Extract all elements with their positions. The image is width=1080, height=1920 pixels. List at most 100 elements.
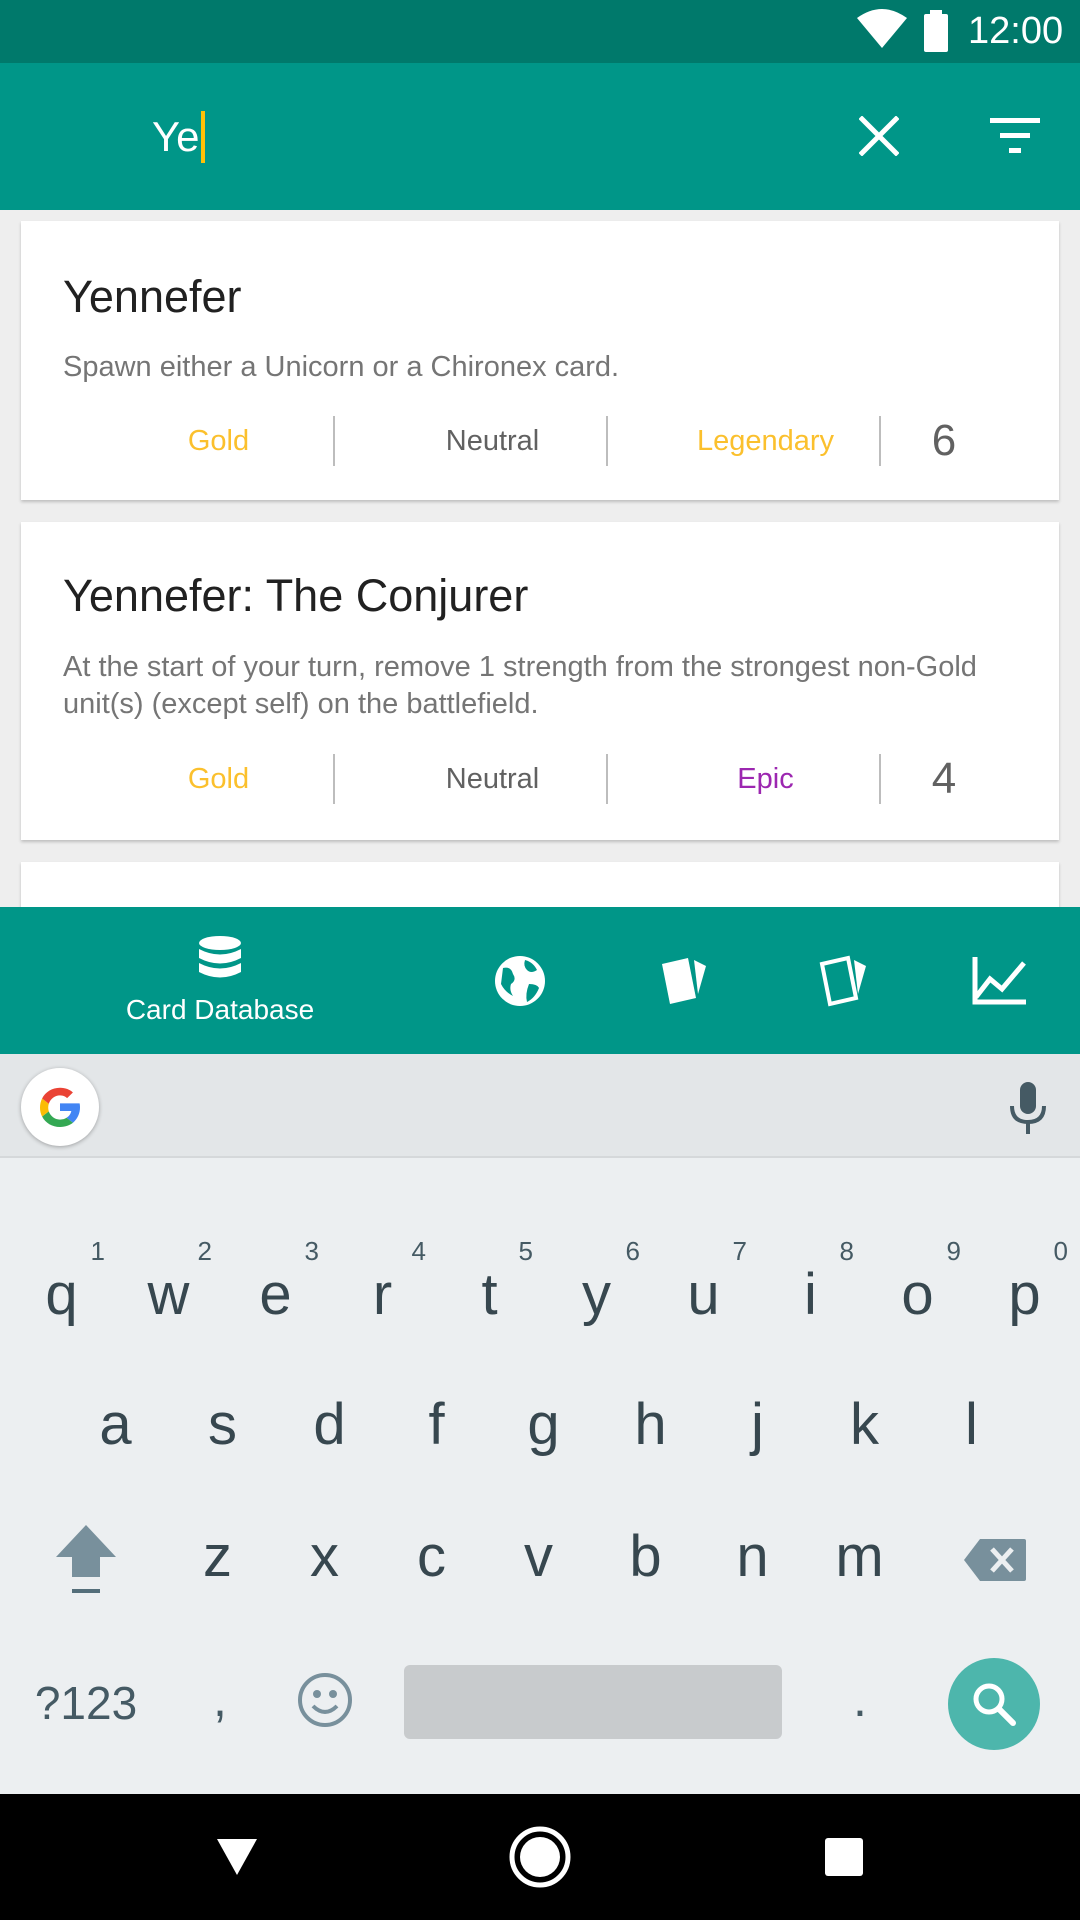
key-label: r xyxy=(372,1262,393,1327)
key-b[interactable]: b xyxy=(592,1522,699,1592)
search-query: Ye xyxy=(152,113,200,160)
space-bar[interactable] xyxy=(404,1665,782,1739)
symbols-key[interactable]: ?123 xyxy=(34,1668,138,1738)
card-description: Spawn either a Unicorn or a Chironex car… xyxy=(63,351,620,383)
nav-deck[interactable] xyxy=(802,907,882,1054)
key-i[interactable]: 8i xyxy=(757,1238,864,1330)
card-description: At the start of your turn, remove 1 stre… xyxy=(63,651,977,720)
key-a[interactable]: a xyxy=(62,1390,169,1460)
backspace-key[interactable] xyxy=(960,1520,1030,1600)
card-item[interactable] xyxy=(21,862,1059,907)
keyboard-search-key[interactable] xyxy=(948,1658,1040,1750)
key-label: y xyxy=(582,1262,611,1327)
card-rarity: Epic xyxy=(737,763,794,795)
google-search-button[interactable] xyxy=(21,1068,99,1146)
key-n[interactable]: n xyxy=(699,1522,806,1592)
divider xyxy=(333,416,335,466)
key-g[interactable]: g xyxy=(490,1390,597,1460)
key-e[interactable]: 3e xyxy=(222,1238,329,1330)
globe-icon xyxy=(495,955,545,1006)
key-label: q xyxy=(45,1262,78,1327)
key-x[interactable]: x xyxy=(271,1522,378,1592)
key-m[interactable]: m xyxy=(806,1522,913,1592)
key-p[interactable]: 0p xyxy=(971,1238,1078,1330)
key-hint: 9 xyxy=(946,1236,961,1266)
key-label: u xyxy=(687,1262,720,1327)
microphone-icon xyxy=(1010,1082,1046,1134)
recents-button[interactable] xyxy=(809,1822,879,1892)
key-hint: 3 xyxy=(304,1236,319,1266)
text-caret xyxy=(200,111,205,163)
key-hint: 7 xyxy=(732,1236,747,1266)
key-label: e xyxy=(259,1262,292,1327)
comma-key[interactable]: , xyxy=(170,1664,270,1734)
key-c[interactable]: c xyxy=(378,1522,485,1592)
key-u[interactable]: 7u xyxy=(650,1238,757,1330)
emoji-key[interactable] xyxy=(296,1668,354,1732)
nav-card-database[interactable]: Card Database xyxy=(90,907,350,1054)
card-rarity: Legendary xyxy=(696,425,835,457)
clock: 12:00 xyxy=(968,10,1064,52)
clear-search-button[interactable] xyxy=(846,103,912,169)
key-d[interactable]: d xyxy=(276,1390,383,1460)
voice-input-button[interactable] xyxy=(1000,1080,1056,1136)
divider xyxy=(606,754,608,804)
key-hint: 4 xyxy=(411,1236,426,1266)
stats-icon xyxy=(972,956,1026,1004)
home-button[interactable] xyxy=(505,1822,575,1892)
key-r[interactable]: 4r xyxy=(329,1238,436,1330)
card-provision: 4 xyxy=(931,754,957,803)
key-v[interactable]: v xyxy=(485,1522,592,1592)
key-y[interactable]: 6y xyxy=(543,1238,650,1330)
divider xyxy=(333,754,335,804)
back-button[interactable] xyxy=(202,1822,272,1892)
nav-globe[interactable] xyxy=(480,907,560,1054)
wifi-icon xyxy=(857,8,907,55)
suggestion-strip xyxy=(0,1054,1080,1158)
key-j[interactable]: j xyxy=(704,1390,811,1460)
filter-button[interactable] xyxy=(982,103,1048,169)
key-w[interactable]: 2w xyxy=(115,1238,222,1330)
key-h[interactable]: h xyxy=(597,1390,704,1460)
key-o[interactable]: 9o xyxy=(864,1238,971,1330)
card-item[interactable]: Yennefer Spawn either a Unicorn or a Chi… xyxy=(21,221,1059,500)
key-k[interactable]: k xyxy=(811,1390,918,1460)
key-l[interactable]: l xyxy=(918,1390,1025,1460)
card-attributes: Gold Neutral Legendary 6 xyxy=(21,416,1059,466)
key-s[interactable]: s xyxy=(169,1390,276,1460)
card-name: Yennefer xyxy=(63,271,242,322)
card-list[interactable]: Yennefer Spawn either a Unicorn or a Chi… xyxy=(0,210,1080,907)
key-f[interactable]: f xyxy=(383,1390,490,1460)
nav-cards[interactable] xyxy=(642,907,722,1054)
card-faction: Neutral xyxy=(445,763,540,795)
key-hint: 8 xyxy=(839,1236,854,1266)
deck-icon xyxy=(819,955,866,1006)
key-z[interactable]: z xyxy=(164,1522,271,1592)
bottom-navigation: Card Database xyxy=(0,907,1080,1054)
divider xyxy=(606,416,608,466)
status-bar: 12:00 xyxy=(0,0,1080,63)
emoji-icon xyxy=(298,1673,352,1727)
nav-stats[interactable] xyxy=(960,907,1040,1054)
key-hint: 0 xyxy=(1053,1236,1068,1266)
card-name: Yennefer: The Conjurer xyxy=(63,570,529,621)
database-icon xyxy=(199,935,241,977)
recents-icon xyxy=(825,1838,863,1876)
close-icon xyxy=(859,116,899,156)
search-input[interactable]: Ye xyxy=(152,107,205,167)
battery-icon xyxy=(922,10,950,57)
key-label: p xyxy=(1008,1262,1041,1327)
divider xyxy=(879,754,881,804)
card-item[interactable]: Yennefer: The Conjurer At the start of y… xyxy=(21,522,1059,840)
key-label: t xyxy=(481,1262,498,1327)
cards-icon xyxy=(662,957,706,1004)
shift-key[interactable] xyxy=(46,1520,126,1600)
period-key[interactable]: . xyxy=(810,1664,910,1734)
key-label: w xyxy=(147,1262,190,1327)
key-t[interactable]: 5t xyxy=(436,1238,543,1330)
key-hint: 1 xyxy=(90,1236,105,1266)
soft-keyboard: 1q2w3e4r5t6y7u8i9o0p asdfghjkl zxcvbnm ?… xyxy=(0,1054,1080,1794)
key-q[interactable]: 1q xyxy=(8,1238,115,1330)
divider xyxy=(879,416,881,466)
backspace-icon xyxy=(964,1539,1026,1581)
